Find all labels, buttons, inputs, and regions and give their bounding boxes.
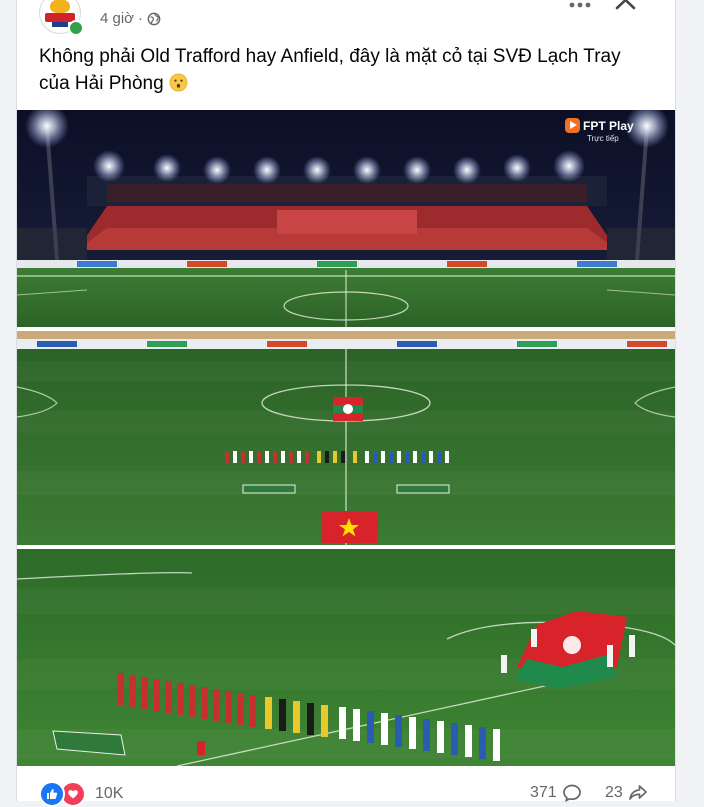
shares-count[interactable]: 23 bbox=[605, 783, 648, 803]
meta-separator: · bbox=[138, 10, 144, 27]
close-icon[interactable] bbox=[613, 0, 639, 16]
comments-count[interactable]: 371 bbox=[530, 783, 582, 803]
post-caption: Không phải Old Trafford hay Anfield, đây… bbox=[39, 43, 639, 97]
reactions-summary[interactable]: 10K bbox=[39, 781, 123, 807]
play-logo-icon bbox=[565, 118, 580, 133]
lineup-wide-image bbox=[17, 331, 675, 545]
avatar-logo-crest bbox=[50, 0, 70, 13]
online-status-dot bbox=[68, 20, 84, 36]
avatar-logo-base bbox=[52, 22, 68, 27]
more-options-icon[interactable] bbox=[569, 2, 591, 10]
post-media: FPT Play Trực tiếp bbox=[17, 110, 675, 766]
caption-text: Không phải Old Trafford hay Anfield, đây… bbox=[39, 46, 621, 94]
photo-stadium-floodlights[interactable]: FPT Play Trực tiếp bbox=[17, 110, 675, 327]
post-card: 4 giờ · Không phải Old Trafford hay Anfi… bbox=[16, 0, 676, 807]
broadcaster-name: FPT Play bbox=[583, 118, 634, 133]
post-header: 4 giờ · bbox=[17, 0, 675, 38]
like-reaction-icon bbox=[39, 781, 65, 807]
share-icon bbox=[628, 785, 647, 800]
post-meta: 4 giờ · bbox=[100, 10, 161, 27]
broadcaster-badge: FPT Play Trực tiếp bbox=[565, 118, 637, 146]
hushed-face-emoji-icon bbox=[169, 73, 188, 92]
comment-icon bbox=[562, 784, 581, 803]
globe-icon bbox=[147, 12, 161, 25]
photo-lineup-wide[interactable] bbox=[17, 331, 675, 545]
lineup-close-image bbox=[17, 549, 675, 766]
share-count-value: 23 bbox=[605, 784, 623, 801]
broadcaster-logo: FPT Play bbox=[565, 118, 637, 133]
broadcast-status: Trực tiếp bbox=[587, 134, 619, 143]
post-footer: 10K 371 23 bbox=[17, 770, 675, 807]
reaction-count: 10K bbox=[95, 785, 124, 802]
photo-lineup-close[interactable] bbox=[17, 549, 675, 766]
post-timestamp[interactable]: 4 giờ bbox=[100, 10, 134, 27]
comment-count-value: 371 bbox=[530, 784, 557, 801]
